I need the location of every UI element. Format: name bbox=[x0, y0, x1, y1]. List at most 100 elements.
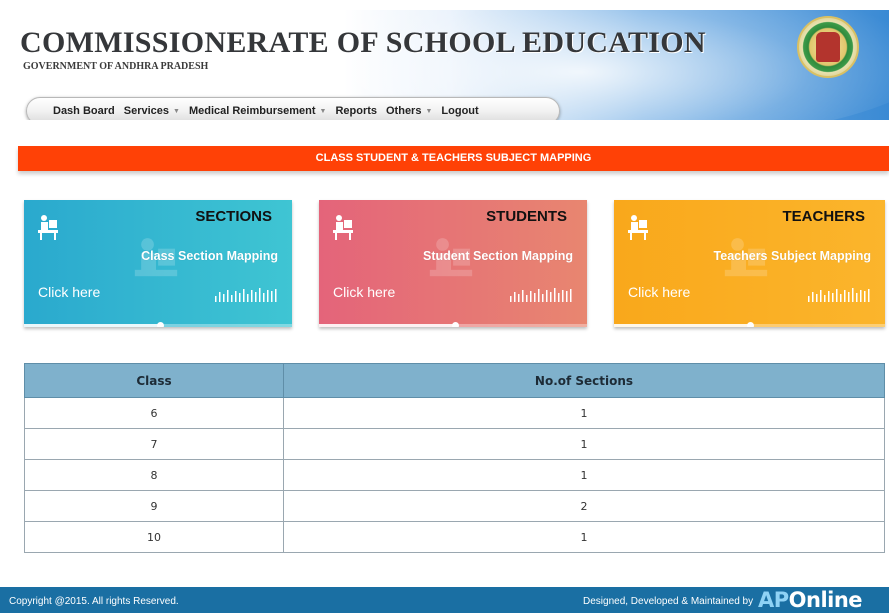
sections-count-cell: 1 bbox=[283, 428, 885, 460]
sparkline-bar bbox=[219, 292, 221, 302]
sparkline-bar bbox=[534, 293, 536, 302]
desk-user-icon bbox=[628, 215, 648, 240]
sparkline-bar bbox=[840, 294, 842, 302]
copyright-text: Copyright @2015. All rights Reserved. bbox=[9, 596, 179, 607]
sparkline-bar bbox=[812, 292, 814, 302]
card-progress-track bbox=[614, 322, 885, 327]
class-cell: 10 bbox=[24, 521, 284, 553]
students-click-here-link[interactable]: Click here bbox=[333, 284, 395, 300]
sparkline-bar bbox=[832, 293, 834, 302]
sparkline-bar bbox=[518, 294, 520, 302]
section-banner: CLASS STUDENT & TEACHERS SUBJECT MAPPING bbox=[18, 146, 889, 171]
students-card[interactable]: STUDENTS Student Section Mapping Click h… bbox=[319, 200, 587, 327]
class-cell: 6 bbox=[24, 397, 284, 429]
sparkline-bar bbox=[864, 291, 866, 302]
students-card-subtitle: Student Section Mapping bbox=[423, 249, 573, 263]
card-progress-track bbox=[319, 322, 587, 327]
teachers-card-title: TEACHERS bbox=[782, 208, 865, 225]
sparkline-bar bbox=[860, 290, 862, 302]
sparkline-bar bbox=[227, 290, 229, 302]
card-progress-dot bbox=[747, 322, 754, 327]
sparkline-bar bbox=[271, 291, 273, 302]
teachers-click-here-link[interactable]: Click here bbox=[628, 284, 690, 300]
page-title: COMMISSIONERATE OF SCHOOL EDUCATION bbox=[20, 26, 706, 59]
card-progress-fill bbox=[319, 324, 456, 327]
sparkline-bar bbox=[852, 288, 854, 302]
sparkline-bar bbox=[550, 292, 552, 302]
desk-user-watermark-icon bbox=[724, 238, 768, 277]
sections-count-cell: 1 bbox=[283, 397, 885, 429]
nav-item-logout[interactable]: Logout bbox=[441, 105, 478, 117]
sections-count-cell: 1 bbox=[283, 459, 885, 491]
logo-online-text: Online bbox=[788, 588, 863, 612]
class-cell: 7 bbox=[24, 428, 284, 460]
sparkline-bar bbox=[530, 291, 532, 302]
sparkline-bar bbox=[856, 293, 858, 302]
nav-item-others[interactable]: Others ▼ bbox=[386, 105, 432, 117]
bars-sparkline-icon bbox=[215, 288, 277, 302]
sparkline-bar bbox=[566, 291, 568, 302]
desk-user-watermark-icon bbox=[429, 238, 473, 277]
sparkline-bar bbox=[558, 293, 560, 302]
teachers-card-subtitle: Teachers Subject Mapping bbox=[713, 249, 871, 263]
sparkline-bar bbox=[243, 289, 245, 302]
card-progress-dot bbox=[452, 322, 459, 327]
table-row: 7 1 bbox=[24, 428, 885, 460]
sparkline-bar bbox=[828, 291, 830, 302]
caret-down-icon: ▼ bbox=[425, 107, 433, 115]
main-nav: Dash Board Services ▼ Medical Reimburseme… bbox=[26, 97, 560, 120]
desk-user-icon bbox=[38, 215, 58, 240]
sections-card-title: SECTIONS bbox=[195, 208, 272, 225]
class-cell: 8 bbox=[24, 459, 284, 491]
emblem-center-icon bbox=[816, 32, 840, 62]
sparkline-bar bbox=[275, 289, 277, 302]
sparkline-bar bbox=[824, 295, 826, 302]
sections-card[interactable]: SECTIONS Class Section Mapping Click her… bbox=[24, 200, 292, 327]
sparkline-bar bbox=[514, 292, 516, 302]
sparkline-bar bbox=[868, 289, 870, 302]
page-subtitle: GOVERNMENT OF ANDHRA PRADESH bbox=[23, 61, 209, 72]
card-progress-fill bbox=[24, 324, 161, 327]
sparkline-bar bbox=[259, 288, 261, 302]
card-progress-fill bbox=[614, 324, 751, 327]
table-row: 9 2 bbox=[24, 490, 885, 522]
nav-item-dashboard[interactable]: Dash Board bbox=[53, 105, 115, 117]
sparkline-bar bbox=[510, 296, 512, 302]
desk-user-icon bbox=[333, 215, 353, 240]
sparkline-bar bbox=[231, 295, 233, 302]
caret-down-icon: ▼ bbox=[319, 107, 327, 115]
sections-column-header: No.of Sections bbox=[283, 363, 885, 398]
sparkline-bar bbox=[546, 290, 548, 302]
sparkline-bar bbox=[223, 294, 225, 302]
sparkline-bar bbox=[808, 296, 810, 302]
sparkline-bar bbox=[235, 291, 237, 302]
page-footer: Copyright @2015. All rights Reserved. De… bbox=[0, 587, 889, 613]
class-cell: 9 bbox=[24, 490, 284, 522]
sparkline-bar bbox=[267, 290, 269, 302]
table-row: 8 1 bbox=[24, 459, 885, 491]
nav-item-medical-reimbursement[interactable]: Medical Reimbursement ▼ bbox=[189, 105, 326, 117]
bars-sparkline-icon bbox=[808, 288, 870, 302]
credit-text: Designed, Developed & Maintained by bbox=[583, 596, 754, 607]
nav-item-reports[interactable]: Reports bbox=[335, 105, 377, 117]
table-row: 10 1 bbox=[24, 521, 885, 553]
aponline-logo[interactable]: APOnline bbox=[758, 588, 863, 612]
sparkline-bar bbox=[247, 294, 249, 302]
state-emblem-seal-icon bbox=[797, 16, 859, 78]
class-column-header: Class bbox=[24, 363, 284, 398]
sparkline-bar bbox=[251, 290, 253, 302]
sparkline-bar bbox=[570, 289, 572, 302]
sections-click-here-link[interactable]: Click here bbox=[38, 284, 100, 300]
sparkline-bar bbox=[836, 289, 838, 302]
sparkline-bar bbox=[522, 290, 524, 302]
page-header: COMMISSIONERATE OF SCHOOL EDUCATION GOVE… bbox=[10, 10, 889, 120]
sparkline-bar bbox=[820, 290, 822, 302]
sparkline-bar bbox=[263, 293, 265, 302]
sparkline-bar bbox=[554, 288, 556, 302]
sections-card-subtitle: Class Section Mapping bbox=[141, 249, 278, 263]
card-progress-dot bbox=[157, 322, 164, 327]
teachers-card[interactable]: TEACHERS Teachers Subject Mapping Click … bbox=[614, 200, 885, 327]
sparkline-bar bbox=[255, 292, 257, 302]
bars-sparkline-icon bbox=[510, 288, 572, 302]
nav-item-services[interactable]: Services ▼ bbox=[124, 105, 180, 117]
